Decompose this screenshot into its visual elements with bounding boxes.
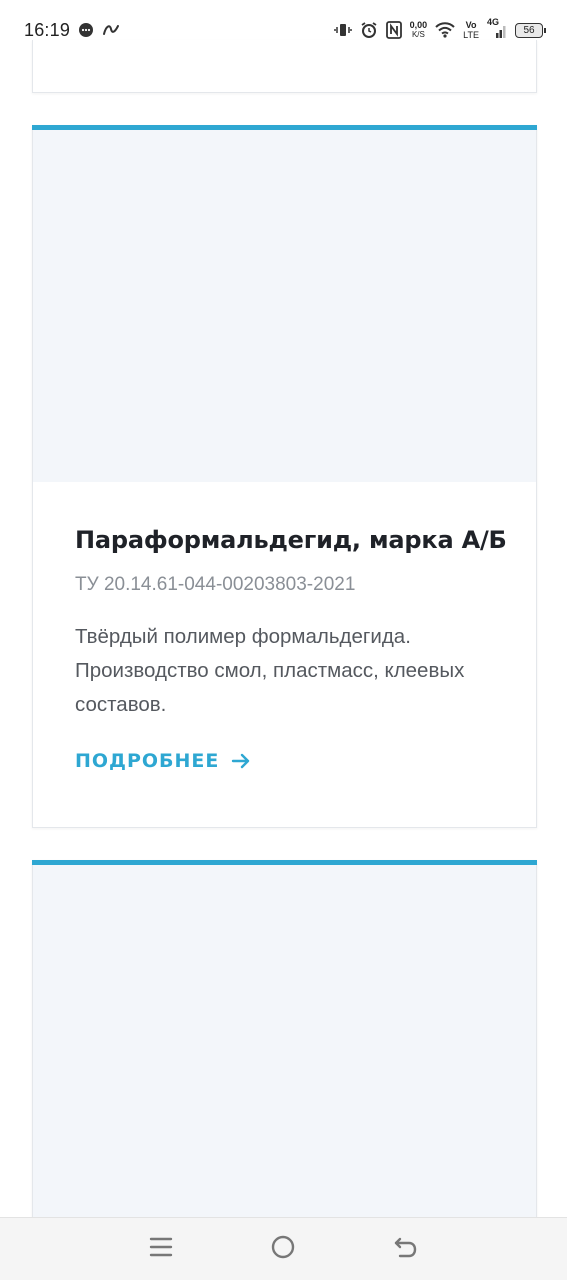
net-speed: 0,00 K/S [409, 20, 428, 40]
home-icon [270, 1234, 296, 1265]
back-icon [393, 1235, 419, 1264]
menu-button[interactable] [137, 1225, 185, 1273]
arrow-right-icon [231, 752, 251, 770]
product-card-next [32, 860, 537, 1225]
more-details-label: ПОДРОБНЕЕ [75, 750, 220, 772]
product-spec: ТУ 20.14.61-044-00203803-2021 [75, 574, 356, 595]
product-card: Параформальдегид, марка А/Б ТУ 20.14.61-… [32, 125, 537, 828]
net-speed-value: 0,00 [409, 20, 428, 30]
home-button[interactable] [259, 1225, 307, 1273]
network-type: 4G [487, 17, 500, 27]
volte-bottom: LTE [463, 30, 479, 40]
message-icon [78, 22, 94, 38]
battery-icon: 56 [515, 22, 546, 38]
alarm-icon [360, 21, 378, 39]
status-right: 0,00 K/S Vo LTE 4G 56 [333, 17, 546, 40]
status-time: 16:19 [24, 19, 71, 40]
product-card-body: Параформальдегид, марка А/Б ТУ 20.14.61-… [75, 506, 516, 772]
product-image-placeholder [33, 130, 536, 482]
more-details-link[interactable]: ПОДРОБНЕЕ [75, 750, 251, 772]
volte-indicator: Vo LTE [463, 20, 479, 40]
system-nav-bar [0, 1217, 567, 1280]
pencil-icon [102, 22, 120, 38]
product-card-previous [32, 40, 537, 93]
vibrate-icon [333, 21, 352, 39]
net-speed-unit: K/S [411, 30, 425, 39]
nfc-icon [385, 21, 402, 39]
product-image-placeholder [33, 865, 536, 1225]
status-left: 16:19 [24, 20, 120, 41]
product-description: Твёрдый полимер формальдегида. Производс… [75, 625, 465, 716]
wifi-icon [435, 22, 455, 38]
back-button[interactable] [382, 1225, 430, 1273]
signal-icon: 4G [487, 17, 507, 39]
volte-top: Vo [465, 20, 477, 30]
battery-level: 56 [523, 24, 535, 36]
menu-icon [149, 1236, 173, 1263]
product-title: Параформальдегид, марка А/Б [75, 526, 507, 554]
